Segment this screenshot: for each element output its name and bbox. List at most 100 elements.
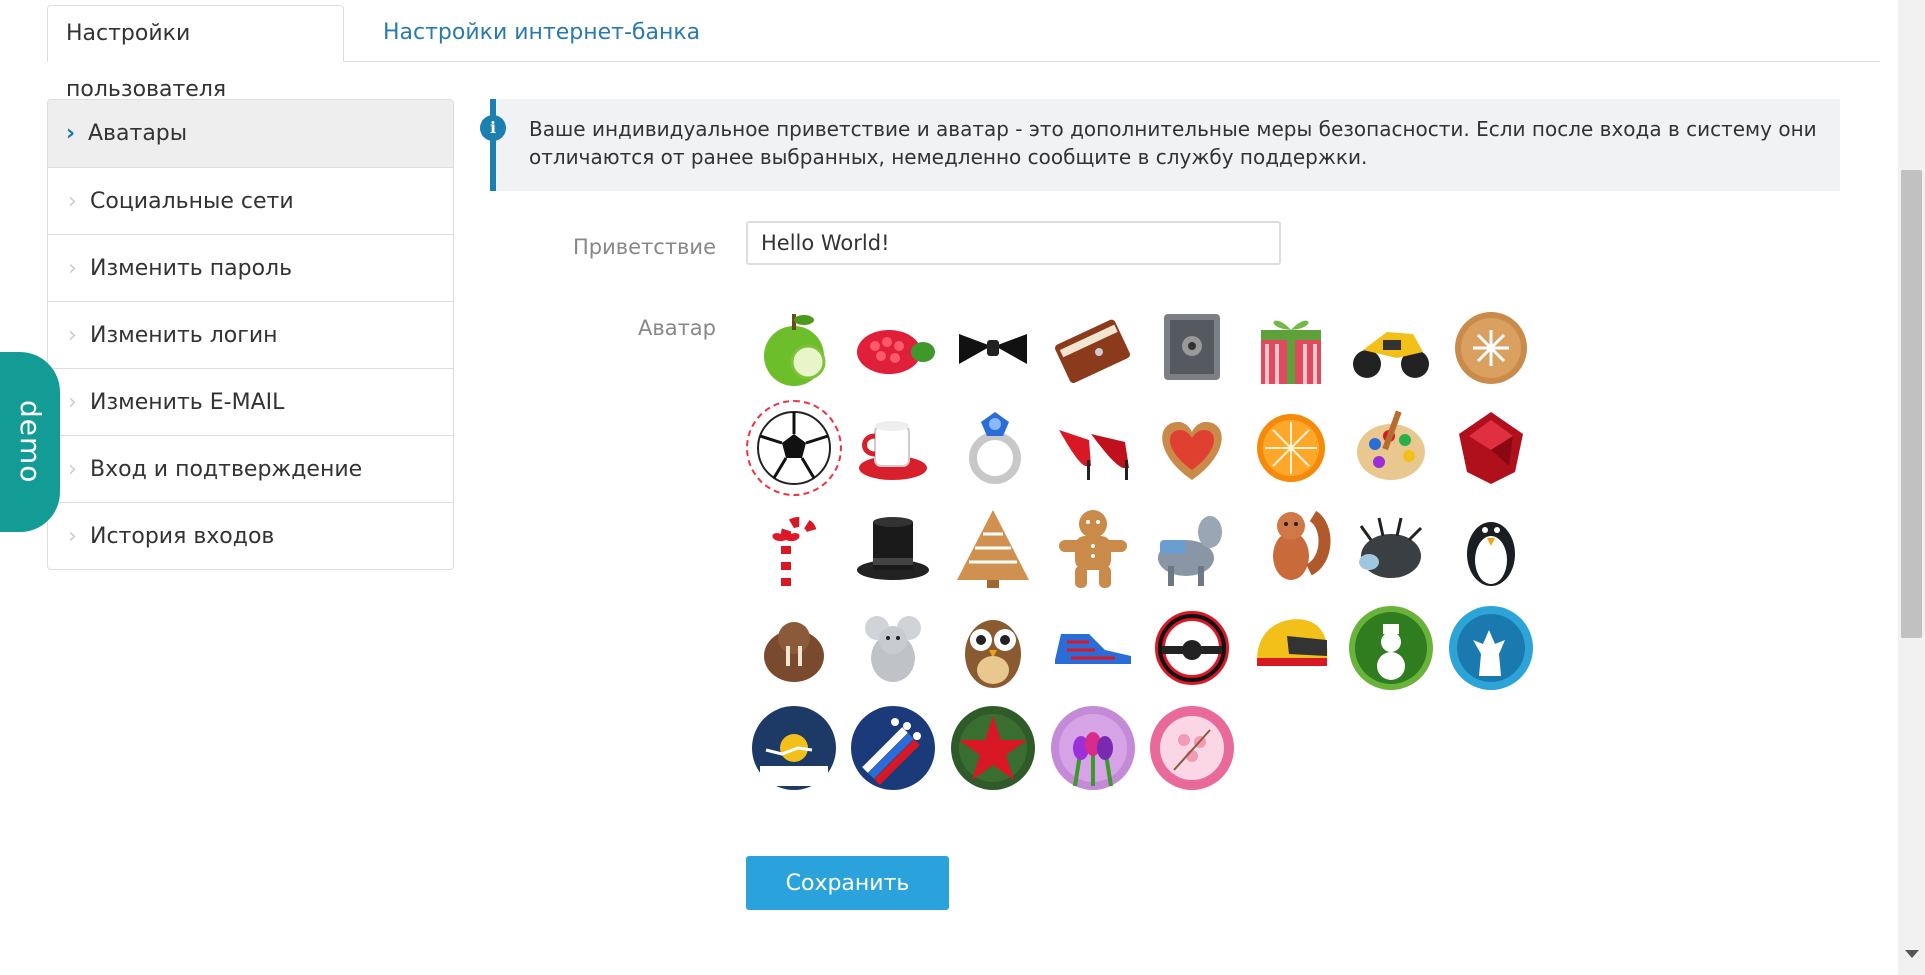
high-heels-icon bbox=[1059, 430, 1129, 480]
ruby-icon bbox=[1459, 412, 1523, 484]
avatar-sneaker[interactable] bbox=[1045, 600, 1141, 696]
sidebar-item-label: Аватары bbox=[88, 121, 188, 146]
sidebar-item-change-email[interactable]: › Изменить E-MAIL bbox=[48, 368, 453, 435]
security-info-box: i Ваше индивидуальное приветствие и ават… bbox=[480, 99, 1840, 191]
page-scrollbar[interactable] bbox=[1898, 0, 1925, 975]
avatar-hedgehog[interactable] bbox=[1343, 500, 1439, 596]
greeting-label: Приветствие bbox=[572, 235, 716, 259]
scrollbar-thumb[interactable] bbox=[1901, 170, 1922, 638]
avatar-ruby[interactable] bbox=[1443, 400, 1539, 496]
orange-icon bbox=[1257, 414, 1325, 482]
avatar-ring[interactable] bbox=[945, 400, 1041, 496]
avatar-penguin[interactable] bbox=[1443, 500, 1539, 596]
avatar-label: Аватар bbox=[637, 316, 716, 340]
sidebar-item-social-networks[interactable]: › Социальные сети bbox=[48, 167, 453, 234]
sidebar-item-label: История входов bbox=[90, 523, 275, 549]
scroll-down-arrow-icon[interactable] bbox=[1905, 950, 1919, 958]
avatar-high-heels[interactable] bbox=[1045, 400, 1141, 496]
gift-icon bbox=[1261, 320, 1321, 384]
heart-cookie-icon bbox=[1162, 422, 1222, 480]
avatar-airshow[interactable] bbox=[845, 700, 941, 796]
settings-sidebar: › Аватары › Социальные сети › Изменить п… bbox=[47, 99, 454, 570]
settings-tabs: Настройки пользователя Настройки интерне… bbox=[47, 5, 1880, 102]
avatar-soccer-ball[interactable] bbox=[746, 400, 842, 496]
avatar-orange[interactable] bbox=[1243, 400, 1339, 496]
sidebar-item-login-confirmation[interactable]: › Вход и подтверждение bbox=[48, 435, 453, 502]
avatar-tree-cookie[interactable] bbox=[945, 500, 1041, 596]
avatar-santa-sleigh[interactable] bbox=[746, 700, 842, 796]
avatar-paint-palette[interactable] bbox=[1343, 400, 1439, 496]
avatar-bow-tie[interactable] bbox=[945, 300, 1041, 396]
penguin-icon bbox=[1467, 522, 1515, 586]
paint-palette-icon bbox=[1357, 410, 1425, 480]
demo-tab[interactable]: demo bbox=[0, 352, 60, 532]
sidebar-item-label: Социальные сети bbox=[90, 188, 294, 214]
cookie-icon bbox=[1455, 312, 1527, 384]
top-hat-icon bbox=[857, 517, 929, 580]
avatar-safe[interactable] bbox=[1144, 300, 1240, 396]
avatar-cookie[interactable] bbox=[1443, 300, 1539, 396]
sakura-icon bbox=[1150, 706, 1234, 790]
tab-internet-bank-settings[interactable]: Настройки интернет-банка bbox=[365, 5, 718, 61]
sidebar-item-change-login[interactable]: › Изменить логин bbox=[48, 301, 453, 368]
save-button[interactable]: Сохранить bbox=[746, 856, 949, 910]
chevron-right-icon: › bbox=[68, 389, 77, 415]
motorcycle-icon bbox=[1353, 332, 1429, 378]
owl-icon bbox=[965, 620, 1021, 688]
info-text: Ваше индивидуальное приветствие и аватар… bbox=[529, 115, 1829, 171]
book-icon bbox=[1055, 319, 1130, 383]
tab-user-settings[interactable]: Настройки пользователя bbox=[47, 5, 344, 102]
snowman-icon bbox=[1349, 606, 1433, 690]
chevron-right-icon: › bbox=[68, 456, 77, 482]
chevron-right-icon: › bbox=[68, 255, 77, 281]
avatar-heart-cookie[interactable] bbox=[1144, 400, 1240, 496]
sidebar-item-avatars[interactable]: › Аватары bbox=[48, 100, 453, 167]
info-text-line: Ваше индивидуальное приветствие и аватар… bbox=[529, 117, 1817, 141]
avatar-gift[interactable] bbox=[1243, 300, 1339, 396]
steering-wheel-icon bbox=[1155, 611, 1229, 685]
candy-cane-icon bbox=[772, 517, 817, 586]
sidebar-item-label: Изменить логин bbox=[90, 322, 278, 348]
avatar-gingerbread-man[interactable] bbox=[1045, 500, 1141, 596]
squirrel-icon bbox=[1273, 510, 1331, 580]
avatar-snowman[interactable] bbox=[1343, 600, 1439, 696]
chevron-right-icon: › bbox=[68, 322, 77, 348]
sneaker-icon bbox=[1055, 634, 1131, 670]
walrus-icon bbox=[764, 622, 824, 682]
avatar-cup[interactable] bbox=[845, 400, 941, 496]
avatar-top-hat[interactable] bbox=[845, 500, 941, 596]
avatar-raspberry[interactable] bbox=[845, 300, 941, 396]
avatar-book[interactable] bbox=[1045, 300, 1141, 396]
avatar-motorcycle[interactable] bbox=[1343, 300, 1439, 396]
chevron-right-icon: › bbox=[66, 121, 76, 146]
avatar-grid bbox=[746, 300, 1726, 800]
avatar-squirrel[interactable] bbox=[1243, 500, 1339, 596]
sidebar-item-change-password[interactable]: › Изменить пароль bbox=[48, 234, 453, 301]
apple-icon bbox=[764, 314, 826, 386]
hedgehog-icon bbox=[1359, 517, 1423, 578]
donkey-icon bbox=[1158, 516, 1222, 586]
red-star-icon bbox=[951, 706, 1035, 790]
sidebar-item-label: Вход и подтверждение bbox=[90, 456, 363, 482]
sidebar-item-login-history[interactable]: › История входов bbox=[48, 502, 453, 569]
avatar-owl[interactable] bbox=[945, 600, 1041, 696]
avatar-deer[interactable] bbox=[1443, 600, 1539, 696]
avatar-tulips[interactable] bbox=[1045, 700, 1141, 796]
tree-cookie-icon bbox=[957, 510, 1029, 588]
avatar-walrus[interactable] bbox=[746, 600, 842, 696]
avatar-red-star[interactable] bbox=[945, 700, 1041, 796]
avatar-candy-cane[interactable] bbox=[746, 500, 842, 596]
avatar-sakura[interactable] bbox=[1144, 700, 1240, 796]
demo-label: demo bbox=[14, 400, 47, 484]
soccer-ball-icon bbox=[757, 411, 831, 485]
cup-icon bbox=[859, 421, 927, 480]
avatar-donkey[interactable] bbox=[1144, 500, 1240, 596]
avatar-steering-wheel[interactable] bbox=[1144, 600, 1240, 696]
avatar-apple[interactable] bbox=[746, 300, 842, 396]
safe-icon bbox=[1164, 314, 1220, 380]
greeting-input[interactable] bbox=[746, 221, 1281, 265]
avatar-helmet[interactable] bbox=[1243, 600, 1339, 696]
ring-icon bbox=[969, 412, 1021, 484]
airshow-icon bbox=[851, 706, 935, 790]
avatar-chinchilla[interactable] bbox=[845, 600, 941, 696]
